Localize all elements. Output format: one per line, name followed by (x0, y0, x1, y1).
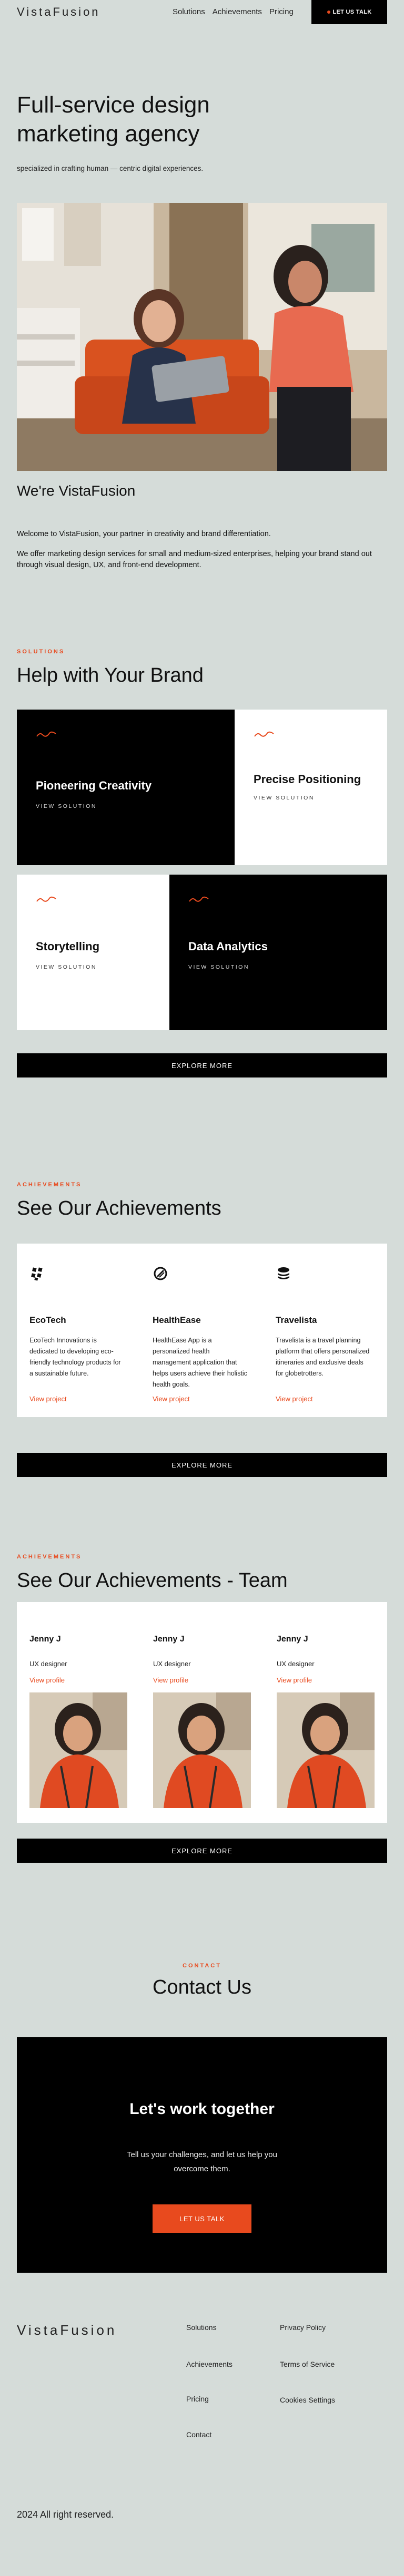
circle-slash-icon (154, 1267, 167, 1280)
header-talk-label: LET US TALK (332, 9, 372, 15)
view-profile-link[interactable]: View profile (29, 1676, 65, 1684)
member-photo (153, 1692, 251, 1808)
cta-title: Let's work together (129, 2100, 275, 2118)
cta-panel: Let's work together Tell us your challen… (17, 2037, 387, 2273)
view-profile-link[interactable]: View profile (153, 1676, 188, 1684)
member-name: Jenny J (153, 1635, 185, 1644)
member-photo (29, 1692, 127, 1808)
view-profile-link[interactable]: View profile (277, 1676, 312, 1684)
squiggle-icon (36, 896, 56, 902)
view-project-link[interactable]: View project (29, 1395, 67, 1403)
hero-title: Full-service design marketing agency (17, 90, 210, 148)
squiggle-icon (189, 896, 209, 902)
achievement-description: EcoTech Innovations is dedicated to deve… (29, 1337, 121, 1377)
member-photo (277, 1692, 375, 1808)
accent-dot-icon (327, 11, 330, 14)
achievement-name: Travelista (276, 1315, 317, 1325)
achievements-title: See Our Achievements (17, 1197, 221, 1219)
squiggle-icon (36, 731, 56, 737)
services-eyebrow: SOLUTIONS (17, 649, 65, 655)
about-intro: Welcome to VistaFusion, your partner in … (17, 530, 271, 538)
cta-subtitle: Tell us your challenges, and let us help… (126, 2150, 277, 2173)
service-card-pioneering[interactable]: Pioneering Creativity VIEW SOLUTION (17, 710, 235, 865)
achievement-name: HealthEase (153, 1315, 201, 1325)
contact-title: Contact Us (153, 1976, 251, 1998)
stack-layers-icon (278, 1267, 289, 1279)
service-title: Storytelling (36, 940, 100, 953)
footer-link-solutions[interactable]: Solutions (186, 2323, 217, 2332)
about-title: We're VistaFusion (17, 483, 136, 499)
main-nav: Solutions Achievements Pricing (173, 7, 294, 16)
achievements-panel: EcoTech EcoTech Innovations is dedicated… (17, 1244, 387, 1417)
service-title: Precise Positioning (254, 773, 361, 786)
achievement-description: Travelista is a travel planning platform… (276, 1337, 370, 1377)
footer-link-cookies[interactable]: Cookies Settings (280, 2396, 335, 2404)
nav-pricing[interactable]: Pricing (269, 7, 294, 16)
hero-title-line2: marketing agency (17, 121, 200, 147)
nav-achievements[interactable]: Achievements (213, 7, 262, 16)
copyright: 2024 All right reserved. (17, 2509, 114, 2520)
about-description: We offer marketing design services for s… (17, 550, 372, 569)
view-solution-link[interactable]: VIEW SOLUTION (36, 964, 97, 970)
grid-dots-icon (31, 1267, 43, 1281)
member-role: UX designer (277, 1660, 315, 1668)
footer-link-achievements[interactable]: Achievements (186, 2360, 233, 2368)
member-name: Jenny J (29, 1635, 61, 1644)
team-title: See Our Achievements - Team (17, 1569, 288, 1592)
service-card-positioning[interactable]: Precise Positioning VIEW SOLUTION (235, 710, 387, 865)
services-explore-button[interactable]: EXPLORE MORE (17, 1053, 387, 1077)
team-panel: Jenny J UX designer View profile Jenny J… (17, 1602, 387, 1823)
footer-logo[interactable]: VistaFusion (17, 2322, 117, 2338)
view-project-link[interactable]: View project (276, 1395, 313, 1403)
hero-image (17, 203, 387, 471)
contact-eyebrow: CONTACT (183, 1963, 221, 1969)
team-eyebrow: ACHIEVEMENTS (17, 1554, 82, 1560)
footer-link-terms[interactable]: Terms of Service (280, 2360, 335, 2368)
squiggle-icon (254, 731, 274, 737)
achievements-eyebrow: ACHIEVEMENTS (17, 1182, 82, 1188)
view-solution-link[interactable]: VIEW SOLUTION (188, 964, 249, 970)
member-role: UX designer (29, 1660, 67, 1668)
view-solution-link[interactable]: VIEW SOLUTION (254, 795, 315, 801)
hero-subtitle: specialized in crafting human — centric … (17, 165, 204, 172)
member-name: Jenny J (277, 1635, 308, 1644)
service-card-storytelling[interactable]: Storytelling VIEW SOLUTION (17, 875, 169, 1030)
site-logo[interactable]: VistaFusion (17, 5, 100, 19)
footer-link-pricing[interactable]: Pricing (186, 2395, 209, 2403)
footer-link-privacy[interactable]: Privacy Policy (280, 2323, 326, 2332)
team-explore-button[interactable]: EXPLORE MORE (17, 1839, 387, 1863)
view-solution-link[interactable]: VIEW SOLUTION (36, 803, 97, 809)
achievement-description: HealthEase App is a personalized health … (153, 1337, 247, 1388)
nav-solutions[interactable]: Solutions (173, 7, 205, 16)
hero-title-line1: Full-service design (17, 92, 210, 118)
cta-talk-button[interactable]: LET US TALK (153, 2204, 251, 2233)
service-title: Data Analytics (188, 940, 268, 953)
member-role: UX designer (153, 1660, 191, 1668)
view-project-link[interactable]: View project (153, 1395, 190, 1403)
achievement-name: EcoTech (29, 1315, 66, 1325)
achievements-explore-button[interactable]: EXPLORE MORE (17, 1453, 387, 1477)
service-title: Pioneering Creativity (36, 779, 152, 792)
service-card-analytics[interactable]: Data Analytics VIEW SOLUTION (169, 875, 387, 1030)
header-talk-button[interactable]: LET US TALK (311, 0, 387, 24)
footer-link-contact[interactable]: Contact (186, 2430, 211, 2439)
services-title: Help with Your Brand (17, 664, 204, 686)
